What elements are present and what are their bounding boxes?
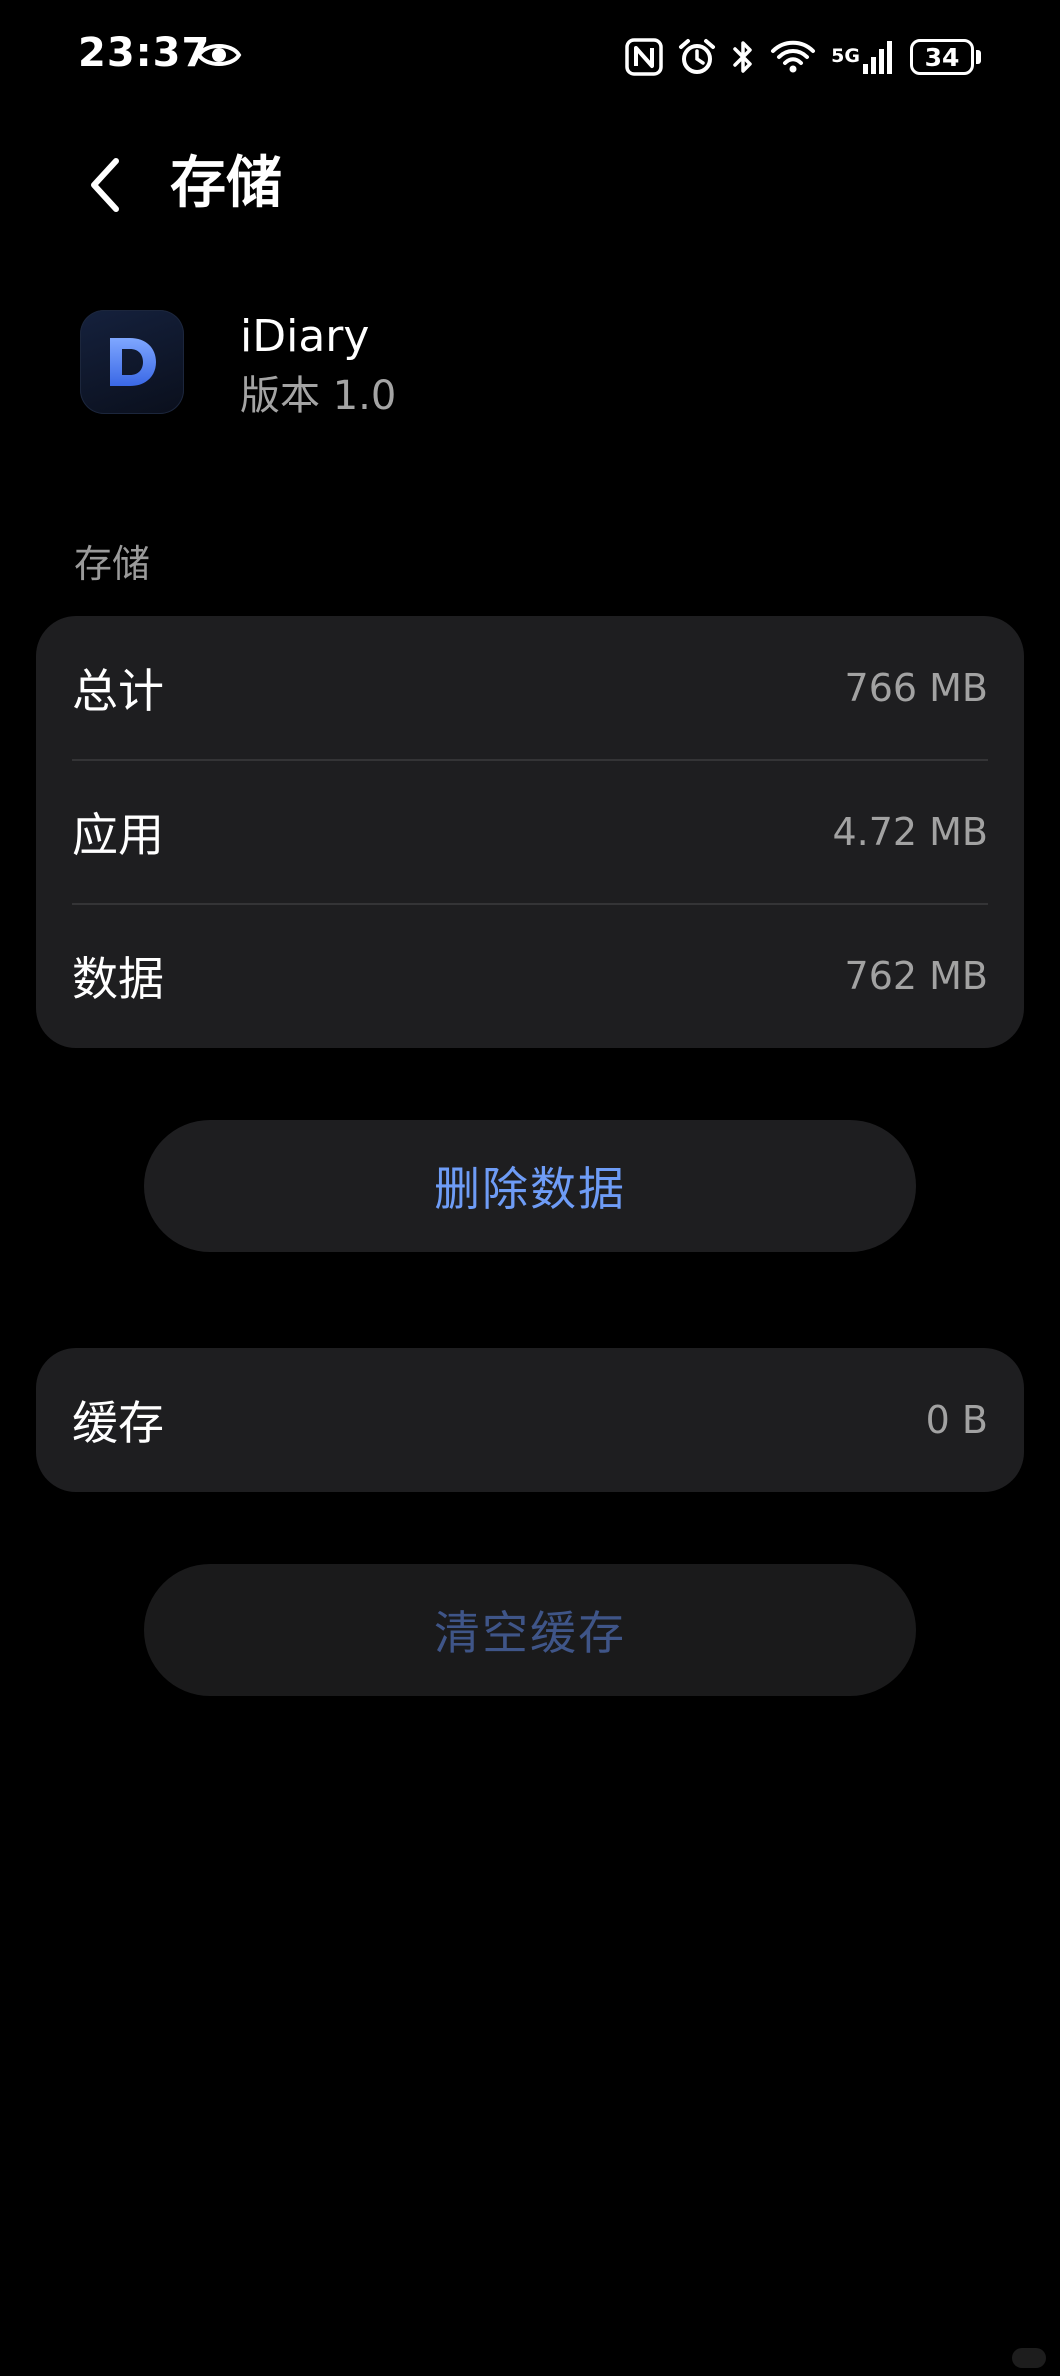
row-label: 应用 [72,808,164,862]
row-label: 总计 [72,664,164,718]
row-value: 762 MB [844,954,988,998]
row-label: 数据 [72,952,164,1006]
row-value: 766 MB [844,666,988,710]
battery-level: 34 [910,39,974,75]
storage-row-app: 应用 4.72 MB [36,760,1024,904]
page-title: 存储 [170,151,282,216]
cache-card: 缓存 0 B [36,1348,1024,1492]
storage-row-data: 数据 762 MB [36,904,1024,1048]
wifi-icon [771,40,816,73]
nfc-icon [625,38,663,76]
network-type: 5G [831,45,860,67]
watermark [1012,2348,1046,2368]
section-label-storage: 存储 [74,542,151,586]
battery-icon: 34 [910,38,982,76]
storage-card: 总计 766 MB 应用 4.72 MB 数据 762 MB [36,616,1024,1048]
back-button[interactable] [76,150,136,220]
signal-group: 5G [831,38,896,76]
row-value: 4.72 MB [832,810,988,854]
cache-row: 缓存 0 B [36,1348,1024,1492]
app-icon [80,310,184,414]
signal-icon [863,41,892,74]
status-bar: 23:37 5G 34 [0,0,1060,116]
app-name: iDiary [240,311,370,362]
storage-row-total: 总计 766 MB [36,616,1024,760]
row-label: 缓存 [72,1396,164,1450]
back-arrow-icon [91,158,119,212]
alarm-icon [679,39,716,74]
app-logo-icon [110,338,156,386]
status-icons: 5G 34 [625,32,982,82]
status-time: 23:37 [78,30,211,76]
bluetooth-icon [733,41,752,73]
delete-data-button[interactable]: 删除数据 [144,1120,916,1252]
eye-icon [196,44,242,66]
clear-cache-button[interactable]: 清空缓存 [144,1564,916,1696]
app-version: 版本 1.0 [240,373,397,419]
row-value: 0 B [925,1398,988,1442]
